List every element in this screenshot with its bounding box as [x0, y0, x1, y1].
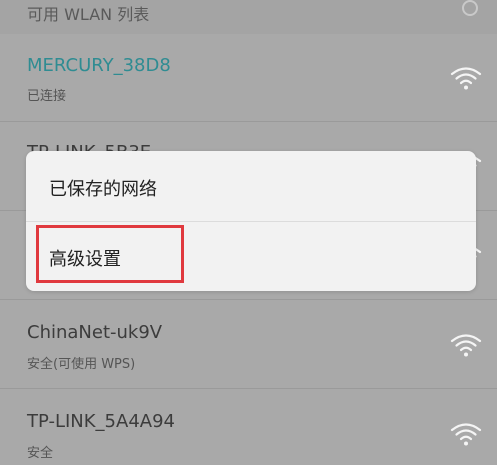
loading-spinner-icon [462, 0, 478, 16]
available-wlan-title: 可用 WLAN 列表 [27, 5, 150, 24]
menu-item-label: 高级设置 [49, 249, 121, 270]
context-menu-dialog: 已保存的网络 高级设置 [26, 151, 476, 291]
wifi-signal-icon [450, 334, 482, 357]
network-status: 安全(可使用 WPS) [27, 357, 136, 372]
network-status: 已连接 [27, 89, 67, 104]
wifi-signal-icon [450, 67, 482, 90]
wlan-settings-screen: 可用 WLAN 列表 MERCURY_38D8 已连接 TP-LINK_5B3E [0, 0, 497, 465]
menu-item-saved-networks[interactable]: 已保存的网络 [26, 151, 476, 220]
network-row[interactable]: MERCURY_38D8 已连接 [0, 35, 497, 121]
network-ssid: TP-LINK_5A4A94 [27, 411, 175, 432]
menu-item-label: 已保存的网络 [49, 179, 157, 200]
menu-item-advanced-settings[interactable]: 高级设置 [26, 222, 476, 291]
wifi-signal-icon [450, 423, 482, 446]
network-status: 安全 [27, 446, 54, 461]
available-wlan-header: 可用 WLAN 列表 [0, 0, 497, 34]
network-ssid: MERCURY_38D8 [27, 55, 171, 76]
network-row[interactable]: ChinaNet-uk9V 安全(可使用 WPS) [0, 300, 497, 388]
network-row[interactable]: TP-LINK_5A4A94 安全 [0, 389, 497, 465]
network-ssid: ChinaNet-uk9V [27, 322, 163, 343]
